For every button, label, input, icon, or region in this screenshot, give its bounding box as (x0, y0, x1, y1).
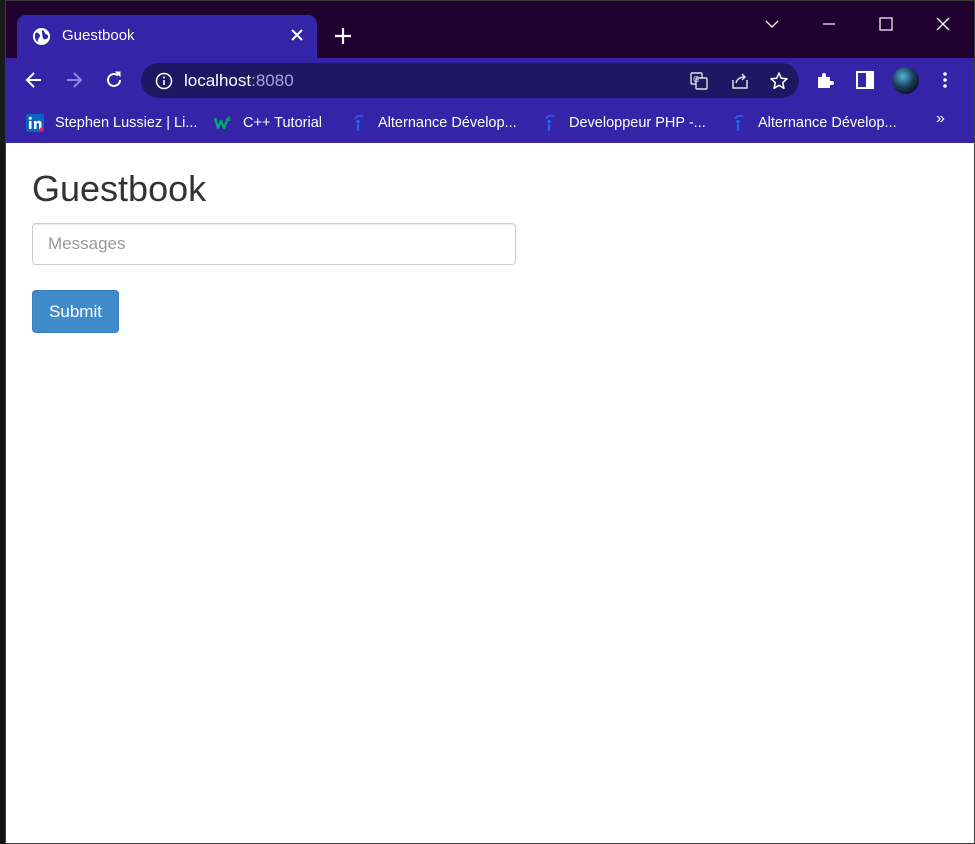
tab-search-chevron-icon[interactable] (761, 13, 783, 35)
menu-kebab-icon[interactable] (934, 69, 956, 91)
svg-text:G: G (693, 75, 699, 84)
reload-icon[interactable] (103, 69, 125, 91)
w3schools-icon: 3 (214, 116, 231, 130)
page-title: Guestbook (32, 168, 207, 209)
new-tab-plus-icon[interactable] (332, 25, 354, 47)
url-host: localhost (184, 71, 252, 90)
bookmark-label: Alternance Dévelop... (378, 115, 517, 131)
back-arrow-icon[interactable] (23, 69, 45, 91)
tab-guestbook[interactable]: Guestbook (17, 15, 317, 58)
browser-window: Guestbook localhost:8080 G Stephen Lussi… (5, 0, 975, 844)
bookmark-star-icon[interactable] (769, 71, 789, 91)
side-panel-icon[interactable] (854, 69, 876, 91)
url-port: :8080 (251, 71, 294, 90)
window-close-icon[interactable] (932, 13, 954, 35)
translate-icon[interactable]: G (689, 71, 709, 91)
bookmark-item-alternance-1[interactable]: Alternance Dévelop... (349, 112, 517, 134)
bookmark-item-developpeur-php[interactable]: Developpeur PHP -... (540, 112, 706, 134)
profile-avatar[interactable] (892, 67, 919, 94)
page-viewport: Guestbook Submit (6, 143, 974, 843)
extensions-puzzle-icon[interactable] (814, 69, 836, 91)
bookmark-item-linkedin[interactable]: Stephen Lussiez | Li... (26, 112, 197, 134)
tab-strip: Guestbook (6, 1, 974, 58)
indeed-icon (734, 114, 744, 131)
site-info-icon[interactable] (155, 72, 173, 90)
bookmarks-overflow-button[interactable]: » (936, 110, 945, 128)
forward-arrow-icon[interactable] (63, 69, 85, 91)
tab-title: Guestbook (62, 27, 135, 44)
bookmark-label: C++ Tutorial (243, 115, 322, 131)
maximize-icon[interactable] (875, 13, 897, 35)
linkedin-icon (26, 114, 44, 132)
close-icon[interactable] (287, 25, 307, 45)
minimize-icon[interactable] (818, 13, 840, 35)
submit-button[interactable]: Submit (32, 290, 119, 333)
svg-text:3: 3 (227, 116, 231, 123)
url-text[interactable]: localhost:8080 (184, 71, 294, 91)
bookmark-label: Stephen Lussiez | Li... (55, 115, 198, 131)
bookmarks-bar: Stephen Lussiez | Li... 3 C++ Tutorial A… (6, 102, 974, 143)
indeed-icon (354, 114, 364, 131)
share-icon[interactable] (730, 71, 750, 91)
bookmark-label: Developpeur PHP -... (569, 115, 706, 131)
bookmark-item-alternance-2[interactable]: Alternance Dévelop... (729, 112, 897, 134)
address-bar[interactable]: localhost:8080 G (141, 63, 799, 98)
globe-icon (32, 27, 51, 46)
bookmark-item-cpp-tutorial[interactable]: 3 C++ Tutorial (214, 112, 322, 134)
indeed-icon (545, 114, 555, 131)
bookmark-label: Alternance Dévelop... (758, 115, 897, 131)
browser-toolbar: localhost:8080 G (6, 58, 974, 102)
messages-input[interactable] (32, 223, 516, 265)
